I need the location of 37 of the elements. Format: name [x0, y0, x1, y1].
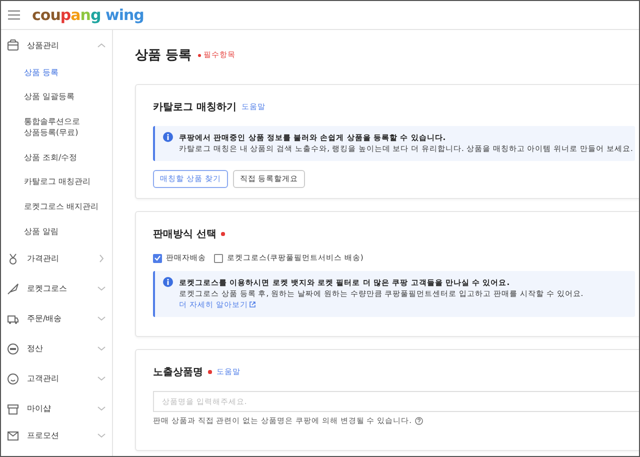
- external-link-icon: [248, 301, 256, 308]
- info-icon: [163, 132, 173, 142]
- checkbox[interactable]: [153, 254, 162, 262]
- menu-item-icon: [7, 39, 19, 51]
- chevron-icon: [97, 254, 106, 264]
- menu-item-icon: [7, 252, 19, 265]
- sidebar-menu-item[interactable]: 가격관리: [1, 244, 112, 274]
- menu-item-icon: [7, 402, 19, 415]
- sidebar-submenu-item[interactable]: 상품 일괄등록: [1, 84, 112, 110]
- sidebar-submenu-item[interactable]: 상품 알림: [1, 219, 112, 244]
- coupang-wing-logo[interactable]: coupang wing: [32, 6, 144, 24]
- menu-item-icon: [7, 372, 19, 385]
- info-icon: [163, 277, 173, 287]
- sidebar-menu-item[interactable]: 프로모션: [1, 424, 112, 448]
- sidebar-submenu-item[interactable]: 상품 조회/수정: [1, 145, 112, 170]
- menu-item-icon: [7, 430, 19, 442]
- sidebar-submenu-item[interactable]: 통합솔루션으로 상품등록(무료): [1, 109, 112, 146]
- sidebar-menu-item[interactable]: 마이샵: [1, 394, 112, 424]
- menu-item-icon: [7, 342, 19, 355]
- sidebar-submenu-item[interactable]: 카탈로그 매칭관리: [1, 170, 112, 195]
- help-icon[interactable]: [414, 417, 423, 425]
- sidebar-menu-item[interactable]: 주문/배송: [1, 304, 112, 334]
- sidebar-menu-item[interactable]: 로켓그로스: [1, 274, 112, 304]
- checkbox[interactable]: [214, 254, 223, 262]
- menu-icon[interactable]: [8, 10, 20, 20]
- section-title: 노출상품명: [153, 366, 203, 379]
- sidebar-submenu-item[interactable]: 로켓그로스 배지관리: [1, 194, 112, 220]
- checkmark-icon: [154, 255, 161, 261]
- page-title: 상품 등록: [135, 47, 192, 64]
- sidebar-menu-item[interactable]: 정산: [1, 334, 112, 364]
- section-title: 카탈로그 매칭하기: [153, 101, 236, 114]
- menu-item-icon: [7, 312, 19, 325]
- sidebar-submenu-item[interactable]: 상품 등록: [1, 60, 112, 85]
- sidebar-menu-item[interactable]: 고객관리: [1, 364, 112, 394]
- sidebar-menu-item[interactable]: 상품관리: [1, 30, 112, 60]
- menu-item-icon: [7, 282, 19, 295]
- section-title: 판매방식 선택: [153, 228, 216, 241]
